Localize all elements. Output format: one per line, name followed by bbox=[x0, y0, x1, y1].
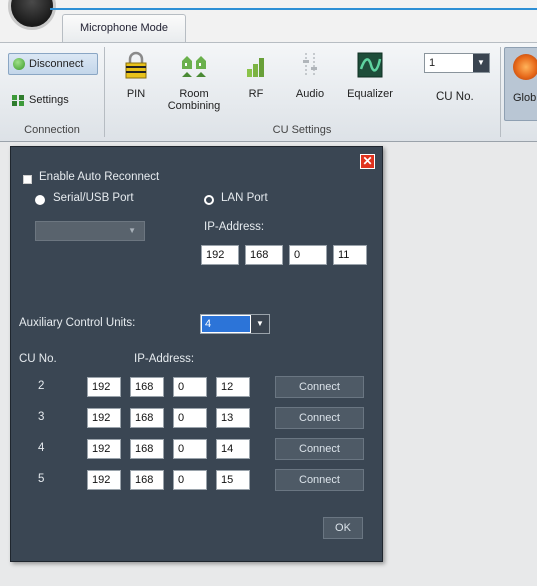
row-ip-octet-input[interactable]: 15 bbox=[216, 470, 250, 490]
connected-status-icon bbox=[13, 58, 25, 70]
chevron-down-icon: ▼ bbox=[128, 226, 136, 235]
chevron-down-icon[interactable]: ▼ bbox=[251, 315, 269, 333]
disconnect-label: Disconnect bbox=[29, 58, 84, 70]
serial-usb-radio[interactable] bbox=[35, 195, 45, 205]
cu-number-cell: 2 bbox=[38, 380, 45, 392]
connection-settings-dialog: ✕ Enable Auto Reconnect Serial/USB Port … bbox=[10, 146, 383, 562]
row-ip-octet-input[interactable]: 192 bbox=[87, 439, 121, 459]
settings-button[interactable]: Settings bbox=[8, 89, 98, 111]
rf-button[interactable]: RF bbox=[226, 51, 286, 121]
app-orb-button[interactable] bbox=[8, 0, 56, 30]
cu-no-column-header: CU No. bbox=[19, 353, 57, 365]
row-ip-octet-input[interactable]: 14 bbox=[216, 439, 250, 459]
row-ip-octet-input[interactable]: 0 bbox=[173, 408, 207, 428]
group-label-connection: Connection bbox=[24, 124, 80, 136]
cu-number-select[interactable]: 1 ▼ bbox=[424, 53, 490, 73]
accent-line bbox=[50, 8, 537, 10]
room-combining-icon bbox=[182, 56, 206, 77]
audio-button[interactable]: Audio bbox=[280, 51, 340, 121]
row-ip-octet-input[interactable]: 0 bbox=[173, 377, 207, 397]
signal-bars-icon bbox=[247, 58, 264, 77]
ok-button[interactable]: OK bbox=[323, 517, 363, 539]
ip-address-column-header: IP-Address: bbox=[134, 353, 195, 365]
row-ip-octet-input[interactable]: 12 bbox=[216, 377, 250, 397]
row-ip-octet-input[interactable]: 0 bbox=[173, 439, 207, 459]
auto-reconnect-checkbox[interactable] bbox=[23, 175, 32, 184]
disconnect-button[interactable]: Disconnect bbox=[8, 53, 98, 75]
padlock-icon bbox=[125, 51, 147, 79]
connect-button[interactable]: Connect bbox=[275, 407, 364, 429]
rf-label: RF bbox=[248, 88, 264, 100]
aux-count-select[interactable]: 4 ▼ bbox=[200, 314, 270, 334]
ip-octet-2-input[interactable]: 168 bbox=[245, 245, 283, 265]
connect-button[interactable]: Connect bbox=[275, 469, 364, 491]
cu-number-value: 1 bbox=[429, 57, 436, 69]
row-ip-octet-input[interactable]: 168 bbox=[130, 470, 164, 490]
ip-octet-4-input[interactable]: 11 bbox=[333, 245, 367, 265]
ip-address-label: IP-Address: bbox=[204, 221, 265, 233]
group-label-cu-settings: CU Settings bbox=[272, 124, 332, 136]
connect-button[interactable]: Connect bbox=[275, 376, 364, 398]
globe-icon bbox=[513, 54, 537, 80]
cu-number-cell: 4 bbox=[38, 442, 45, 454]
connect-button[interactable]: Connect bbox=[275, 438, 364, 460]
cu-number-label: CU No. bbox=[436, 91, 474, 103]
equalizer-button[interactable]: Equalizer bbox=[340, 51, 400, 121]
lan-port-radio[interactable] bbox=[204, 195, 214, 205]
ip-octet-1-input[interactable]: 192 bbox=[201, 245, 239, 265]
cu-number-cell: 5 bbox=[38, 473, 45, 485]
group-separator bbox=[500, 47, 501, 137]
row-ip-octet-input[interactable]: 13 bbox=[216, 408, 250, 428]
global-settings-button[interactable]: Glob bbox=[504, 47, 537, 121]
room-combining-label-line1: Room bbox=[179, 88, 209, 100]
room-combining-label-line2: Combining bbox=[167, 100, 221, 112]
room-combining-button[interactable]: Room Combining bbox=[164, 51, 224, 121]
row-ip-octet-input[interactable]: 168 bbox=[130, 439, 164, 459]
row-ip-octet-input[interactable]: 168 bbox=[130, 377, 164, 397]
row-ip-octet-input[interactable]: 192 bbox=[87, 470, 121, 490]
row-ip-octet-input[interactable]: 168 bbox=[130, 408, 164, 428]
serial-port-select[interactable]: ▼ bbox=[35, 221, 145, 241]
audio-fader-icon bbox=[303, 53, 317, 77]
ip-octet-3-input[interactable]: 0 bbox=[289, 245, 327, 265]
pin-label: PIN bbox=[126, 88, 146, 100]
auto-reconnect-label: Enable Auto Reconnect bbox=[39, 171, 160, 183]
cu-number-cell: 3 bbox=[38, 411, 45, 423]
global-label: Glob bbox=[513, 92, 537, 104]
audio-label: Audio bbox=[295, 88, 325, 100]
close-icon[interactable]: ✕ bbox=[360, 154, 375, 169]
row-ip-octet-input[interactable]: 192 bbox=[87, 408, 121, 428]
pin-button[interactable]: PIN bbox=[106, 51, 166, 121]
settings-label: Settings bbox=[29, 94, 69, 106]
settings-icon bbox=[12, 94, 24, 106]
chevron-down-icon[interactable]: ▼ bbox=[473, 54, 489, 72]
equalizer-icon bbox=[357, 52, 383, 78]
title-strip: Microphone Mode bbox=[0, 0, 537, 48]
tab-microphone-mode[interactable]: Microphone Mode bbox=[62, 14, 186, 42]
equalizer-label: Equalizer bbox=[347, 88, 393, 100]
ribbon: Disconnect Settings Connection PIN Room … bbox=[0, 42, 537, 142]
lan-port-label: LAN Port bbox=[221, 192, 268, 204]
row-ip-octet-input[interactable]: 192 bbox=[87, 377, 121, 397]
aux-count-value: 4 bbox=[202, 316, 250, 332]
row-ip-octet-input[interactable]: 0 bbox=[173, 470, 207, 490]
aux-control-units-label: Auxiliary Control Units: bbox=[19, 317, 136, 329]
serial-usb-label: Serial/USB Port bbox=[53, 192, 134, 204]
